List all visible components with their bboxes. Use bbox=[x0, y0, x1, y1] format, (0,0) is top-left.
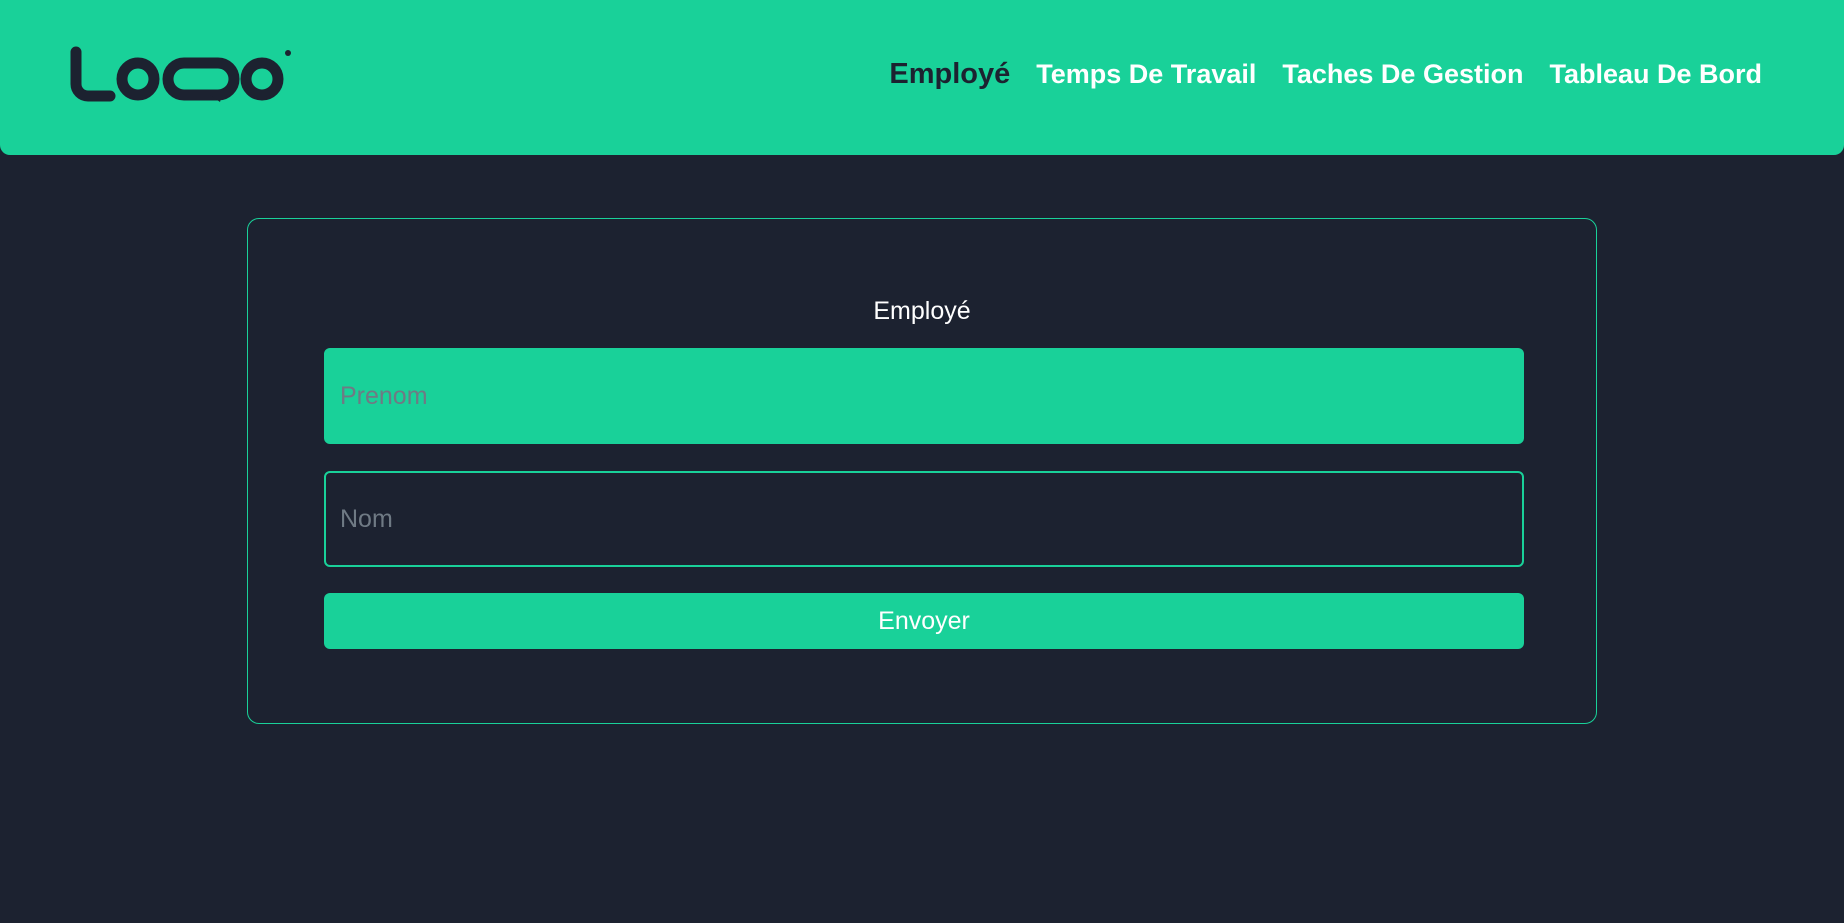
employee-form-card: Employé Envoyer bbox=[247, 218, 1597, 724]
main-nav: Employé Temps De Travail Taches De Gesti… bbox=[889, 57, 1762, 91]
logo[interactable] bbox=[70, 46, 294, 104]
top-navbar: Employé Temps De Travail Taches De Gesti… bbox=[0, 0, 1844, 155]
nav-item-temps-de-travail[interactable]: Temps De Travail bbox=[1036, 57, 1256, 91]
nav-item-employe[interactable]: Employé bbox=[889, 57, 1010, 91]
nav-item-tableau-de-bord[interactable]: Tableau De Bord bbox=[1549, 57, 1762, 91]
form-title: Employé bbox=[873, 297, 971, 325]
nom-input[interactable] bbox=[324, 471, 1524, 567]
prenom-input[interactable] bbox=[324, 348, 1524, 444]
nav-item-taches-de-gestion[interactable]: Taches De Gestion bbox=[1282, 57, 1523, 91]
logo-mark-icon bbox=[70, 46, 291, 102]
submit-button[interactable]: Envoyer bbox=[324, 593, 1524, 649]
